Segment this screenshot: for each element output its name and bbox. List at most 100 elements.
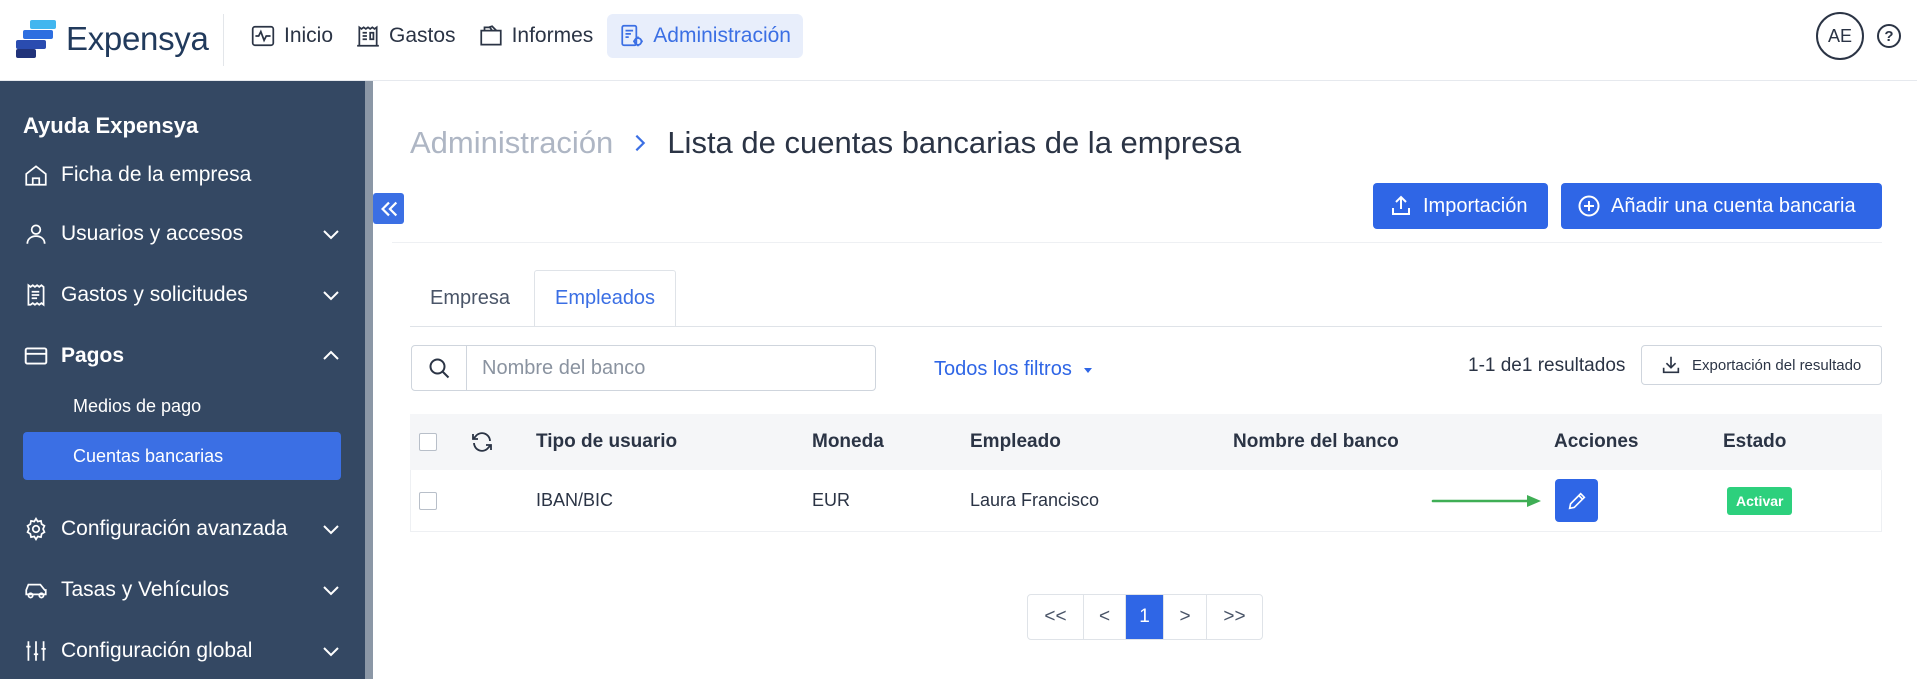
credit-card-icon [23,343,49,369]
double-chevron-left-icon [380,201,397,216]
search-icon[interactable] [412,346,467,390]
sidebar-item-label: Ficha de la empresa [61,163,252,186]
pagination-last[interactable]: >> [1207,595,1262,639]
caret-down-icon [1083,367,1092,373]
user-avatar[interactable]: AE [1816,12,1864,60]
sidebar-item-configuracion-global[interactable]: Configuración global [23,629,343,673]
add-bank-account-label: Añadir una cuenta bancaria [1611,194,1856,217]
results-count: 1-1 de1 resultados [1468,355,1626,376]
sidebar-item-tasas-vehiculos[interactable]: Tasas y Vehículos [23,568,343,612]
collapse-sidebar-button[interactable] [373,193,404,224]
table-row[interactable]: IBAN/BIC EUR Laura Francisco Activar [410,470,1882,532]
sidebar-item-label: Gastos y solicitudes [61,283,248,306]
column-header: Nombre del banco [1233,431,1399,452]
user-icon [23,221,49,247]
nav-item-administracion[interactable]: Administración [607,14,803,58]
export-results-label: Exportación del resultado [1692,356,1862,374]
receipt-icon [357,25,379,47]
select-all-checkbox[interactable] [419,433,437,451]
pagination-prev[interactable]: < [1084,595,1126,639]
cell-employee: Laura Francisco [970,490,1100,510]
export-results-button[interactable]: Exportación del resultado [1641,345,1882,385]
bank-name-search-input[interactable] [467,346,875,390]
pagination: << < 1 > >> [1027,594,1263,640]
top-bar: Expensya Inicio Gastos Informes Administ… [0,0,1917,81]
logo-icon [16,20,56,58]
sidebar-item-label: Configuración avanzada [61,517,288,540]
chevron-down-icon [323,525,339,535]
import-button[interactable]: Importación [1373,183,1548,229]
column-header: Tipo de usuario [536,431,678,452]
add-bank-account-button[interactable]: Añadir una cuenta bancaria [1561,183,1882,229]
pencil-icon [1568,491,1586,509]
divider [223,14,224,66]
folder-icon [479,25,502,46]
sliders-icon [23,638,49,664]
nav-item-informes[interactable]: Informes [470,14,602,58]
nav-item-gastos[interactable]: Gastos [347,14,464,58]
pagination-page[interactable]: 1 [1126,595,1164,639]
column-header: Moneda [812,431,884,452]
tab-empleados[interactable]: Empleados [534,270,676,327]
column-header: Empleado [970,431,1061,452]
breadcrumb: Administración Lista de cuentas bancaria… [410,125,1241,161]
sidebar-item-ficha-empresa[interactable]: Ficha de la empresa [23,153,343,197]
pagination-first[interactable]: << [1028,595,1084,639]
tab-label: Empleados [555,287,656,309]
sidebar-subitem-cuentas-bancarias[interactable]: Cuentas bancarias [23,432,341,480]
refresh-icon[interactable] [470,430,494,454]
chevron-down-icon [323,291,339,301]
chevron-down-icon [323,647,339,657]
help-icon[interactable]: ? [1877,24,1901,48]
main-nav: Inicio Gastos Informes Administración [242,14,809,58]
gear-icon [23,516,49,542]
sidebar-subitem-label: Cuentas bancarias [73,445,224,466]
sidebar-item-label: Pagos [61,344,125,367]
chevron-down-icon [323,586,339,596]
home-icon [23,162,49,188]
car-icon [23,577,49,603]
column-header: Estado [1723,431,1787,452]
sidebar-item-usuarios[interactable]: Usuarios y accesos [23,212,343,256]
row-checkbox[interactable] [419,492,437,510]
plus-circle-icon [1578,195,1600,217]
status-badge[interactable]: Activar [1727,487,1793,515]
sidebar-item-gastos-solicitudes[interactable]: Gastos y solicitudes [23,273,343,317]
download-icon [1662,356,1680,374]
sidebar-subitem-label: Medios de pago [73,395,202,416]
column-header: Acciones [1554,431,1639,452]
sidebar-item-label: Configuración global [61,639,253,662]
page-title: Lista de cuentas bancarias de la empresa [667,125,1242,160]
receipt-icon [23,282,49,308]
pagination-next[interactable]: > [1164,595,1207,639]
cell-currency: EUR [812,490,851,510]
chevron-right-icon [635,134,646,152]
sidebar-item-label: Usuarios y accesos [61,222,244,245]
edit-button[interactable] [1555,479,1598,522]
sidebar-item-pagos[interactable]: Pagos [23,334,343,378]
annotation-arrow-icon [1431,495,1541,507]
upload-icon [1392,195,1410,215]
nav-label: Informes [511,24,594,47]
sidebar-subitem-medios-pago[interactable]: Medios de pago [23,382,341,430]
cell-user-type: IBAN/BIC [536,490,614,510]
sidebar-item-configuracion-avanzada[interactable]: Configuración avanzada [23,507,343,551]
tab-label: Empresa [430,287,511,309]
chevron-down-icon [323,230,339,240]
sidebar-item-label: Tasas y Vehículos [61,578,230,601]
divider [392,242,1882,243]
nav-label: Administración [653,24,791,47]
nav-item-inicio[interactable]: Inicio [242,14,341,58]
nav-label: Gastos [389,24,456,47]
import-button-label: Importación [1423,194,1528,217]
all-filters-label: Todos los filtros [934,358,1072,380]
logo-text: Expensya [66,20,209,57]
breadcrumb-parent[interactable]: Administración [410,125,613,161]
all-filters-dropdown[interactable]: Todos los filtros [934,358,1094,381]
app-logo[interactable]: Expensya [16,20,209,58]
sidebar-scrollbar[interactable] [365,81,373,679]
chevron-up-icon [323,350,339,360]
tab-empresa[interactable]: Empresa [410,270,534,327]
nav-label: Inicio [284,24,334,47]
table-header: Tipo de usuario Moneda Empleado Nombre d… [410,414,1882,470]
